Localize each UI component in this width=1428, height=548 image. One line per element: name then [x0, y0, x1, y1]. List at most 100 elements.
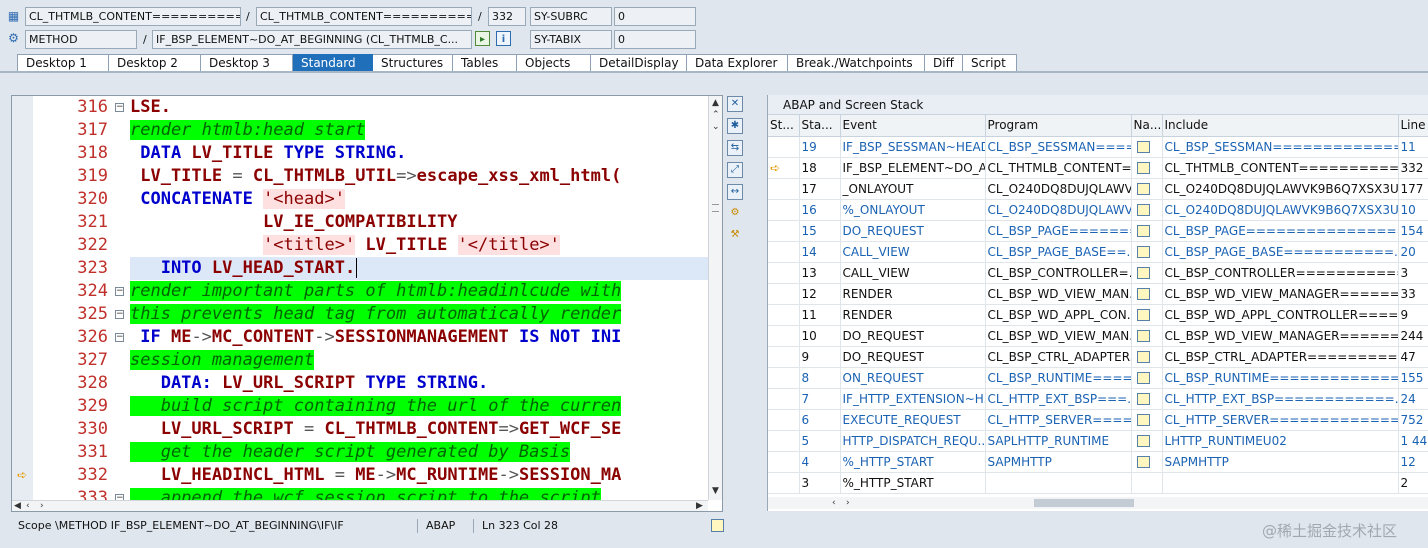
column-header[interactable]: Event	[840, 115, 986, 137]
navigate-cell[interactable]	[1131, 325, 1163, 347]
stack-horizontal-scrollbar[interactable]: ‹ ›	[768, 497, 1428, 509]
stack-level-cell[interactable]: 6	[799, 409, 841, 431]
stack-level-cell[interactable]: 15	[799, 220, 841, 242]
event-cell[interactable]: EXECUTE_REQUEST	[840, 409, 986, 431]
event-cell[interactable]: DO_REQUEST	[840, 220, 986, 242]
event-type-field[interactable]: METHOD	[25, 30, 137, 49]
column-header[interactable]: Na...	[1131, 115, 1163, 137]
navigate-cell[interactable]	[1131, 367, 1163, 389]
program-cell[interactable]: CL_BSP_SESSMAN====...	[985, 136, 1132, 158]
navigate-cell[interactable]	[1131, 241, 1163, 263]
document-icon[interactable]	[1136, 246, 1150, 258]
info-icon[interactable]: i	[496, 31, 511, 46]
event-cell[interactable]: ON_REQUEST	[840, 367, 986, 389]
tab-structures[interactable]: Structures	[373, 54, 453, 72]
document-icon[interactable]	[1136, 204, 1150, 216]
event-cell[interactable]: IF_BSP_SESSMAN~HEAD...	[840, 136, 986, 158]
column-header[interactable]: Program	[985, 115, 1132, 137]
column-header[interactable]: Include	[1162, 115, 1399, 137]
table-row[interactable]: 19IF_BSP_SESSMAN~HEAD...CL_BSP_SESSMAN==…	[768, 136, 1428, 158]
swap-tool-icon[interactable]: ↔	[727, 184, 743, 200]
navigate-cell[interactable]	[1131, 388, 1163, 410]
scroll-right-small-icon[interactable]: ›	[846, 498, 850, 508]
line-cell[interactable]: 20	[1398, 241, 1428, 263]
document-icon[interactable]	[1136, 162, 1150, 174]
document-icon[interactable]	[1136, 435, 1150, 447]
table-row[interactable]: 3 %_HTTP_START 2	[768, 472, 1428, 494]
tab-desktop-2[interactable]: Desktop 2	[109, 54, 201, 72]
tab-objects[interactable]: Objects	[517, 54, 591, 72]
navigate-cell[interactable]	[1131, 178, 1163, 200]
scroll-left-small-icon[interactable]: ‹	[26, 501, 30, 511]
include-cell[interactable]: CL_BSP_PAGE_BASE===========...	[1162, 241, 1399, 263]
include-cell[interactable]: CL_BSP_RUNTIME=============...	[1162, 367, 1399, 389]
event-cell[interactable]: %_ONLAYOUT	[840, 199, 986, 221]
table-row[interactable]: 4 %_HTTP_START SAPMHTTP SAPMHTTP 12	[768, 451, 1428, 473]
tab-tables[interactable]: Tables	[453, 54, 517, 72]
navigate-cell[interactable]	[1131, 136, 1163, 158]
program-cell[interactable]: CL_BSP_PAGE_BASE==...	[985, 241, 1132, 263]
services-tool-icon[interactable]: ⚙	[727, 206, 743, 222]
document-icon[interactable]	[1136, 351, 1150, 363]
tab-detaildisplay[interactable]: DetailDisplay	[591, 54, 687, 72]
program-cell[interactable]: SAPMHTTP	[985, 451, 1132, 473]
navigate-cell[interactable]	[1131, 430, 1163, 452]
table-row[interactable]: 13 CALL_VIEW CL_BSP_CONTROLLER=... CL_BSP_C…	[768, 262, 1428, 284]
tab-script[interactable]: Script	[963, 54, 1017, 72]
new-tool-icon[interactable]: ✱	[727, 118, 743, 134]
stack-level-cell[interactable]: 4	[799, 451, 841, 473]
program-cell[interactable]: CL_HTTP_EXT_BSP===...	[985, 388, 1132, 410]
fold-collapse-icon[interactable]: −	[115, 103, 124, 112]
include-cell[interactable]: CL_HTTP_EXT_BSP============...	[1162, 388, 1399, 410]
navigate-to-source-icon[interactable]: ▸	[475, 31, 490, 46]
include-cell[interactable]: LHTTP_RUNTIMEU02	[1162, 430, 1399, 452]
fold-collapse-icon[interactable]: −	[115, 310, 124, 319]
table-row[interactable]: 11 RENDER CL_BSP_WD_APPL_CON... CL_BSP_WD_A…	[768, 304, 1428, 326]
navigate-cell[interactable]	[1131, 157, 1163, 179]
stack-level-cell[interactable]: 14	[799, 241, 841, 263]
document-icon[interactable]	[1136, 141, 1150, 153]
settings-tool-icon[interactable]: ⚒	[727, 228, 743, 244]
line-cell[interactable]: 752	[1398, 409, 1428, 431]
scroll-left-icon[interactable]: ◀	[14, 501, 21, 511]
table-row[interactable]: 14 CALL_VIEW CL_BSP_PAGE_BASE==... CL_BSP_P…	[768, 241, 1428, 263]
document-icon[interactable]	[1136, 372, 1150, 384]
tab-desktop-1[interactable]: Desktop 1	[17, 54, 109, 72]
line-cell[interactable]: 11	[1398, 136, 1428, 158]
tab-desktop-3[interactable]: Desktop 3	[201, 54, 293, 72]
table-row[interactable]: 15DO_REQUESTCL_BSP_PAGE=======... CL_BSP_…	[768, 220, 1428, 242]
table-row[interactable]: 10 DO_REQUEST CL_BSP_WD_VIEW_MAN... CL_BSP_…	[768, 325, 1428, 347]
fold-collapse-icon[interactable]: −	[115, 287, 124, 296]
stack-level-cell[interactable]: 19	[799, 136, 841, 158]
navigate-cell[interactable]	[1131, 409, 1163, 431]
document-icon[interactable]	[1136, 330, 1150, 342]
table-row[interactable]: 16 %_ONLAYOUT CL_O240DQ8DUJQLAWV... CL_O240…	[768, 199, 1428, 221]
table-row[interactable]: 12 RENDER CL_BSP_WD_VIEW_MAN... CL_BSP_WD_V…	[768, 283, 1428, 305]
scroll-up-small-icon[interactable]: ⌃	[712, 110, 720, 120]
method-name-field[interactable]: IF_BSP_ELEMENT~DO_AT_BEGINNING (CL_THTML…	[152, 30, 472, 49]
replace-tool-icon[interactable]: ⇆	[727, 140, 743, 156]
column-header[interactable]: Sta...	[799, 115, 841, 137]
scroll-up-icon[interactable]: ▲	[712, 98, 719, 108]
tab-standard[interactable]: Standard	[293, 54, 373, 72]
line-cell[interactable]: 155	[1398, 367, 1428, 389]
navigate-cell[interactable]	[1131, 199, 1163, 221]
document-icon[interactable]	[1136, 225, 1150, 237]
event-cell[interactable]: %_HTTP_START	[840, 451, 986, 473]
scroll-right-icon[interactable]: ▶	[696, 501, 703, 511]
breakpoint-gutter[interactable]: ➪	[12, 96, 33, 500]
column-header[interactable]: St...	[768, 115, 800, 137]
table-row[interactable]: ➪ 18 IF_BSP_ELEMENT~DO_A... CL_THTMLB_CONTE…	[768, 157, 1428, 179]
program-cell[interactable]: CL_O240DQ8DUJQLAWV...	[985, 199, 1132, 221]
include-cell[interactable]: CL_BSP_PAGE================...	[1162, 220, 1399, 242]
note-icon[interactable]	[711, 519, 724, 532]
tab-data-explorer[interactable]: Data Explorer	[687, 54, 788, 72]
program-cell[interactable]: CL_BSP_PAGE=======...	[985, 220, 1132, 242]
line-cell[interactable]: 12	[1398, 451, 1428, 473]
stack-level-cell[interactable]: 5	[799, 430, 841, 452]
event-cell[interactable]: CALL_VIEW	[840, 241, 986, 263]
navigate-cell[interactable]	[1131, 346, 1163, 368]
tab-break-watchpoints[interactable]: Break./Watchpoints	[788, 54, 925, 72]
table-row[interactable]: 5 HTTP_DISPATCH_REQU... SAPLHTTP_RUNTIME LH…	[768, 430, 1428, 452]
table-row[interactable]: 9 DO_REQUEST CL_BSP_CTRL_ADAPTER... CL_BSP_…	[768, 346, 1428, 368]
